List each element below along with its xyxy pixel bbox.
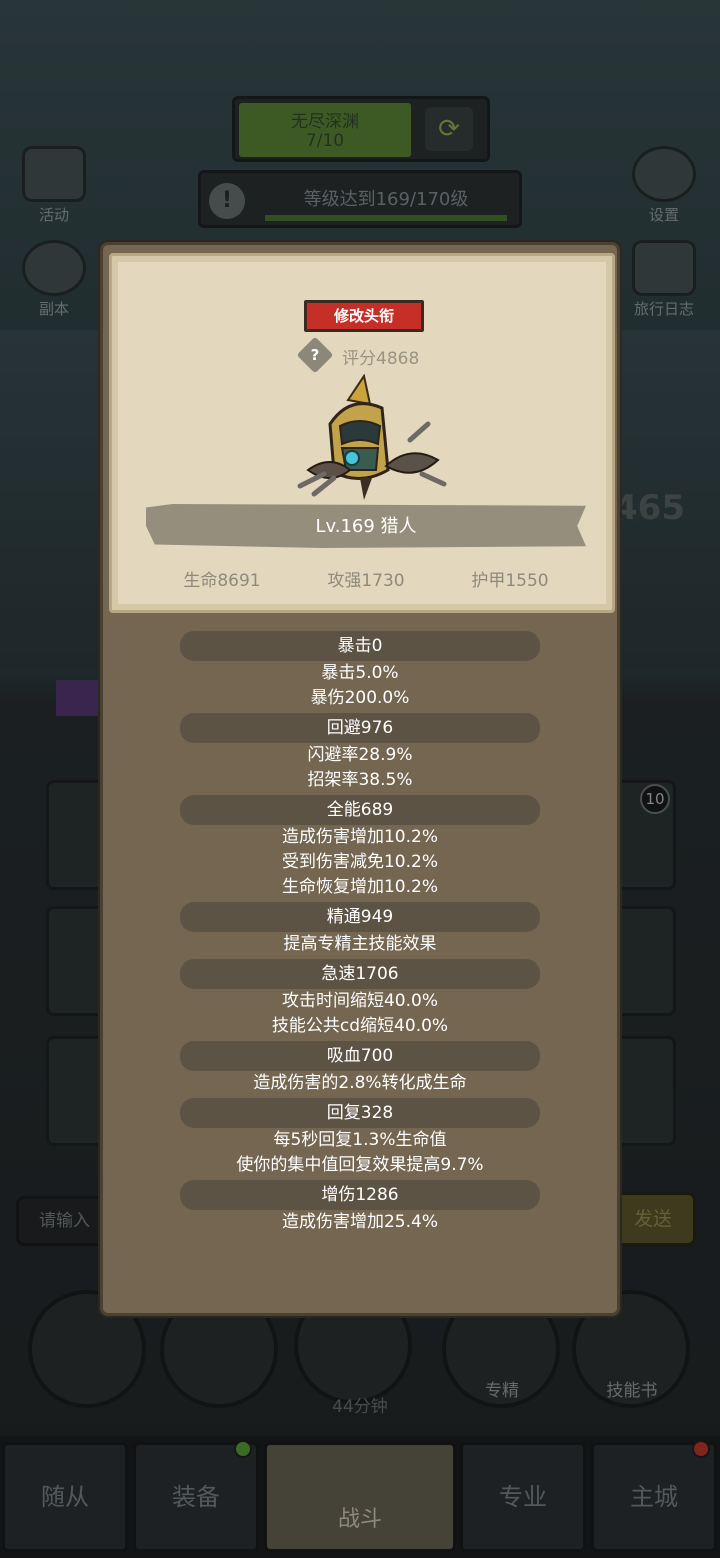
attribute-group: 急速1706 攻击时间缩短40.0% 技能公共cd缩短40.0% [103,959,617,1039]
attribute-group: 回避976 闪避率28.9% 招架率38.5% [103,713,617,793]
character-stats-panel: 修改头衔 ? 评分4868 Lv.169 猎人 生命8691 攻强1730 护甲… [100,242,620,1316]
attribute-group: 增伤1286 造成伤害增加25.4% [103,1180,617,1235]
attribute-group: 吸血700 造成伤害的2.8%转化成生命 [103,1041,617,1096]
attribute-detail: 造成伤害增加10.2% [281,827,438,847]
attribute-header: 回复328 [180,1098,540,1128]
attribute-detail: 每5秒回复1.3%生命值 [273,1130,447,1150]
attribute-detail: 招架率38.5% [307,770,413,790]
rename-title-button[interactable]: 修改头衔 [304,300,424,332]
attribute-header: 吸血700 [180,1041,540,1071]
attribute-detail: 使你的集中值回复效果提高9.7% [236,1155,484,1175]
attribute-header: 回避976 [180,713,540,743]
attribute-header: 暴击0 [180,631,540,661]
attribute-list: 暴击0 暴击5.0% 暴伤200.0% 回避976 闪避率28.9% 招架率38.5% 全能… [103,631,617,1235]
attribute-group: 精通949 提高专精主技能效果 [103,902,617,957]
attribute-detail: 攻击时间缩短40.0% [281,991,438,1011]
attribute-detail: 提高专精主技能效果 [283,934,437,954]
attribute-detail: 技能公共cd缩短40.0% [271,1016,449,1036]
character-card: 修改头衔 ? 评分4868 Lv.169 猎人 生命8691 攻强1730 护甲… [109,253,615,613]
attribute-header: 精通949 [180,902,540,932]
character-name: Lv.169 猎人 [315,516,417,537]
attack-stat: 攻强1730 [327,571,405,591]
attribute-detail: 生命恢复增加10.2% [281,877,438,897]
attribute-header: 全能689 [180,795,540,825]
attribute-detail: 闪避率28.9% [307,745,413,765]
attribute-detail: 造成伤害的2.8%转化成生命 [253,1073,467,1093]
core-stats: 生命8691 攻强1730 护甲1550 [112,566,618,596]
attribute-detail: 造成伤害增加25.4% [281,1212,438,1232]
score-row: ? 评分4868 [296,336,442,374]
hunter-portrait [297,374,447,500]
hp-stat: 生命8691 [183,571,261,591]
attribute-header: 增伤1286 [180,1180,540,1210]
attribute-group: 暴击0 暴击5.0% 暴伤200.0% [103,631,617,711]
help-icon[interactable]: ? [296,336,334,374]
attribute-group: 全能689 造成伤害增加10.2% 受到伤害减免10.2% 生命恢复增加10.2% [103,795,617,900]
attribute-group: 回复328 每5秒回复1.3%生命值使你的集中值回复效果提高9.7% [103,1098,617,1178]
attribute-header: 急速1706 [180,959,540,989]
armor-stat: 护甲1550 [471,571,549,591]
attribute-detail: 暴击5.0% [321,663,399,683]
attribute-detail: 受到伤害减免10.2% [281,852,438,872]
score-text: 评分4868 [342,349,420,369]
attribute-detail: 暴伤200.0% [310,688,410,708]
